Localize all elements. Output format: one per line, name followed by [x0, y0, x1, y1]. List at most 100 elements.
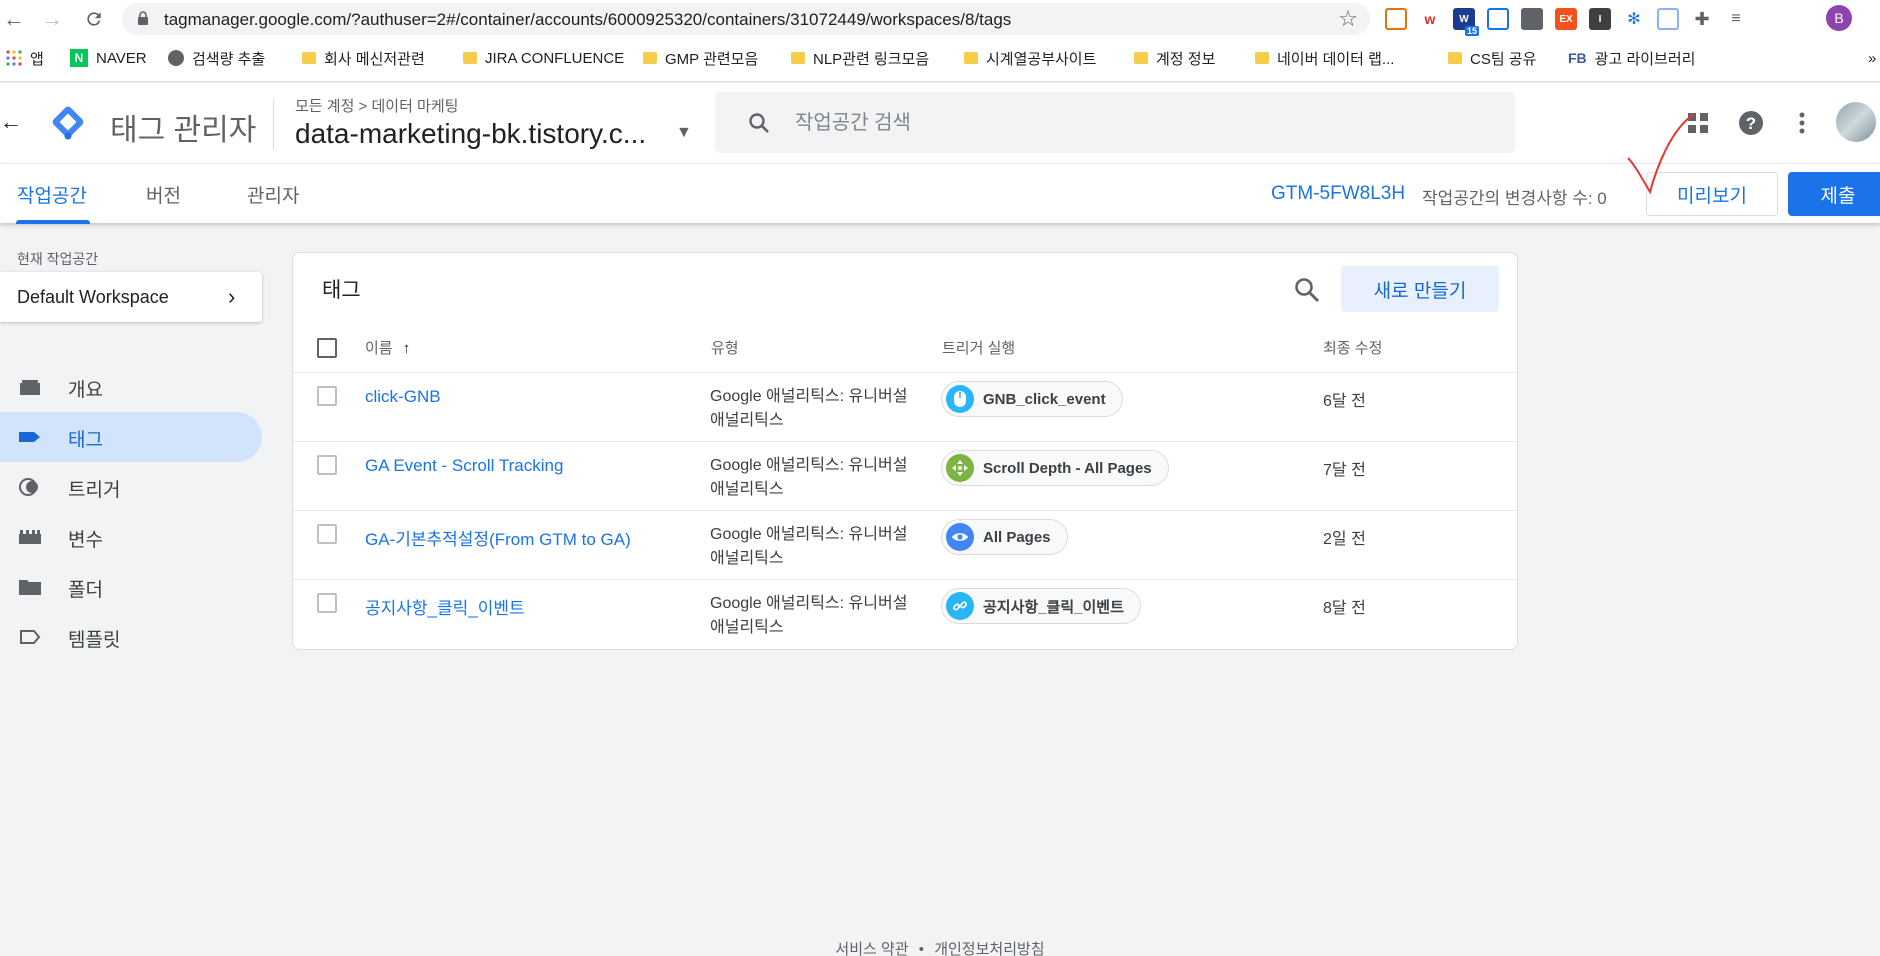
- layout-extension-icon[interactable]: [1385, 8, 1407, 30]
- tab-versions[interactable]: 버전: [146, 181, 181, 208]
- trigger-chip[interactable]: GNB_click_event: [941, 381, 1123, 417]
- folder-icon: [1448, 52, 1462, 64]
- media-icon[interactable]: ≡: [1725, 8, 1747, 30]
- sidebar-item-overview[interactable]: 개요: [0, 362, 262, 412]
- folder-icon: [1255, 52, 1269, 64]
- folder-icon: [1134, 52, 1148, 64]
- workspace-selector[interactable]: Default Workspace ›: [0, 272, 262, 322]
- table-row[interactable]: click-GNB Google 애널리틱스: 유니버설 애널리틱스 GNB_c…: [293, 372, 1517, 441]
- shield-extension-icon[interactable]: [1657, 8, 1679, 30]
- trigger-chip[interactable]: Scroll Depth - All Pages: [941, 450, 1169, 486]
- select-all-checkbox[interactable]: [317, 338, 337, 358]
- bookmark-naver-data[interactable]: 네이버 데이터 랩...: [1255, 46, 1394, 70]
- table-row[interactable]: 공지사항_클릭_이벤트 Google 애널리틱스: 유니버설 애널리틱스 공지사…: [293, 579, 1517, 648]
- eye-icon: [946, 523, 974, 551]
- profile-avatar[interactable]: B: [1826, 5, 1852, 31]
- row-checkbox[interactable]: [317, 524, 337, 544]
- address-bar[interactable]: tagmanager.google.com/?authuser=2#/conta…: [122, 3, 1370, 35]
- row-checkbox[interactable]: [317, 386, 337, 406]
- search-input[interactable]: [795, 106, 1475, 140]
- card-title: 태그: [322, 279, 361, 302]
- reload-icon[interactable]: [80, 5, 108, 33]
- bookmark-naver[interactable]: N NAVER: [70, 46, 147, 70]
- tab-workspace[interactable]: 작업공간: [17, 181, 87, 208]
- workspace-search[interactable]: [715, 92, 1515, 153]
- trigger-chip[interactable]: All Pages: [941, 519, 1068, 555]
- forward-icon[interactable]: →: [38, 5, 66, 33]
- breadcrumb[interactable]: 모든 계정 > 데이터 마케팅: [295, 95, 458, 116]
- puzzle-icon[interactable]: ✚: [1691, 8, 1713, 30]
- globe-icon: [168, 50, 184, 66]
- i-extension-icon[interactable]: I: [1589, 8, 1611, 30]
- bookmark-company-messenger[interactable]: 회사 메신저관련: [302, 46, 425, 70]
- tag-type: Google 애널리틱스: 유니버설 애널리틱스: [710, 388, 908, 429]
- search-icon[interactable]: [1293, 276, 1321, 304]
- breadcrumb-account[interactable]: 데이터 마케팅: [371, 98, 458, 115]
- back-arrow-icon[interactable]: ←: [0, 109, 22, 135]
- sidebar-item-triggers[interactable]: 트리거: [0, 462, 262, 512]
- folder-icon: [463, 52, 477, 64]
- lock-icon: [138, 11, 148, 25]
- back-icon[interactable]: ←: [0, 5, 28, 33]
- tool-extension-icon[interactable]: [1521, 8, 1543, 30]
- bookmark-star-icon[interactable]: ☆: [1338, 6, 1358, 32]
- title-divider: [273, 100, 274, 150]
- workspace-toolbar: 작업공간 버전 관리자 GTM-5FW8L3H 작업공간의 변경사항 수: 0 …: [0, 163, 1880, 224]
- container-id[interactable]: GTM-5FW8L3H: [1271, 183, 1405, 205]
- table-row[interactable]: GA Event - Scroll Tracking Google 애널리틱스:…: [293, 441, 1517, 510]
- sidebar-item-label: 개요: [68, 380, 103, 401]
- bookmark-cs-share[interactable]: CS팀 공유: [1448, 46, 1536, 70]
- terms-link[interactable]: 서비스 약관: [835, 941, 908, 956]
- mouse-icon: [946, 385, 974, 413]
- column-header-name[interactable]: 이름 ↑: [365, 337, 410, 358]
- bookmark-fb-library[interactable]: FB 광고 라이브러리: [1568, 46, 1695, 70]
- tag-name-link[interactable]: GA Event - Scroll Tracking: [365, 456, 563, 476]
- url-text[interactable]: tagmanager.google.com/?authuser=2#/conta…: [164, 10, 1011, 30]
- help-icon[interactable]: ?: [1736, 108, 1766, 138]
- trigger-chip[interactable]: 공지사항_클릭_이벤트: [941, 588, 1141, 624]
- column-header-modified[interactable]: 최종 수정: [1323, 337, 1382, 358]
- scroll-icon: [946, 454, 974, 482]
- bug-extension-icon[interactable]: ✻: [1623, 8, 1645, 30]
- row-checkbox[interactable]: [317, 455, 337, 475]
- sidebar-item-folders[interactable]: 폴더: [0, 562, 262, 612]
- chevron-right-icon: ›: [228, 284, 236, 309]
- container-selector[interactable]: data-marketing-bk.tistory.c...: [295, 118, 646, 150]
- caret-down-icon[interactable]: ▼: [676, 124, 692, 142]
- card-extension-icon[interactable]: [1487, 8, 1509, 30]
- new-tag-button[interactable]: 새로 만들기: [1341, 266, 1499, 312]
- ex-extension-icon[interactable]: EX: [1555, 8, 1577, 30]
- tab-admin[interactable]: 관리자: [247, 181, 299, 208]
- row-checkbox[interactable]: [317, 593, 337, 613]
- tag-name-link[interactable]: 공지사항_클릭_이벤트: [365, 594, 525, 619]
- folder-icon: [791, 52, 805, 64]
- bookmark-account-info[interactable]: 계정 정보: [1134, 46, 1215, 70]
- tag-type: Google 애널리틱스: 유니버설 애널리틱스: [710, 457, 908, 498]
- column-header-trigger[interactable]: 트리거 실행: [942, 337, 1015, 358]
- submit-button[interactable]: 제출: [1788, 172, 1880, 216]
- sidebar-item-templates[interactable]: 템플릿: [0, 612, 262, 662]
- extensions-bar: w W 15 EX I ✻ ✚ ≡: [1385, 6, 1747, 36]
- table-row[interactable]: GA-기본추적설정(From GTM to GA) Google 애널리틱스: …: [293, 510, 1517, 579]
- bookmark-timeseries[interactable]: 시계열공부사이트: [964, 46, 1096, 70]
- user-avatar[interactable]: [1836, 102, 1876, 142]
- bookmarks-overflow[interactable]: »: [1868, 46, 1876, 70]
- breadcrumb-separator: >: [358, 98, 368, 115]
- tag-name-link[interactable]: click-GNB: [365, 387, 441, 407]
- folder-icon: [302, 52, 316, 64]
- folder-icon: [643, 52, 657, 64]
- more-vert-icon[interactable]: [1787, 108, 1817, 138]
- bookmark-apps[interactable]: 앱: [6, 46, 44, 70]
- w-extension-icon[interactable]: W 15: [1453, 8, 1479, 36]
- privacy-link[interactable]: 개인정보처리방침: [934, 941, 1044, 956]
- bookmark-nlp[interactable]: NLP관련 링크모음: [791, 46, 929, 70]
- bookmark-search-volume[interactable]: 검색량 추출: [168, 46, 265, 70]
- cart-extension-icon[interactable]: w: [1419, 8, 1441, 30]
- bookmark-jira[interactable]: JIRA CONFLUENCE: [463, 46, 624, 70]
- column-header-type[interactable]: 유형: [711, 337, 739, 358]
- breadcrumb-all-accounts[interactable]: 모든 계정: [295, 98, 354, 115]
- bookmark-gmp[interactable]: GMP 관련모음: [643, 46, 758, 70]
- tag-name-link[interactable]: GA-기본추적설정(From GTM to GA): [365, 525, 631, 550]
- sidebar-item-variables[interactable]: 변수: [0, 512, 262, 562]
- sidebar-item-tags[interactable]: 태그: [0, 412, 262, 462]
